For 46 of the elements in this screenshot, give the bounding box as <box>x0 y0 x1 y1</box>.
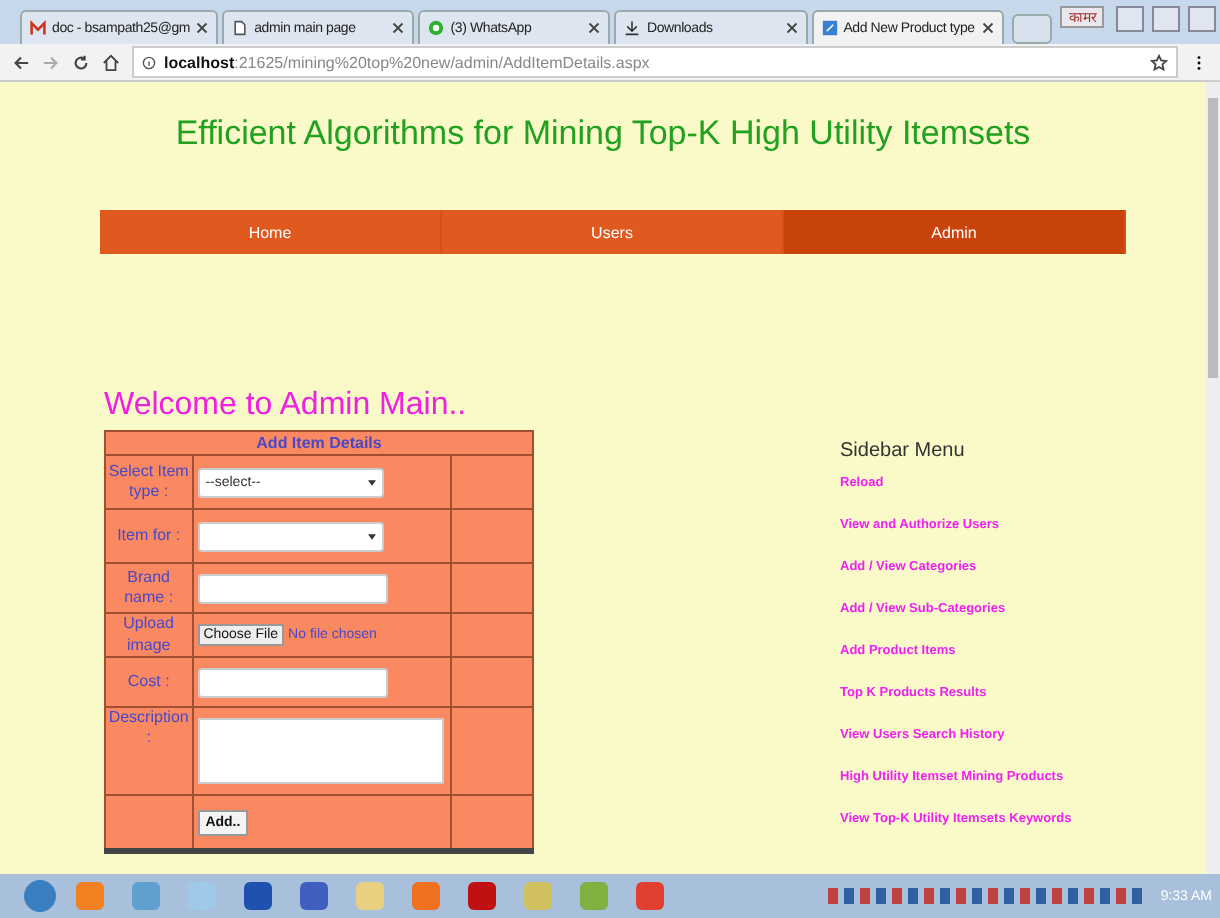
taskbar-app-icon[interactable] <box>468 882 496 910</box>
taskbar-app-icon[interactable] <box>244 882 272 910</box>
caret-icon <box>367 479 376 485</box>
reload-icon[interactable] <box>72 53 90 71</box>
info-icon <box>142 55 156 69</box>
field-label: Select Item type : <box>105 455 193 509</box>
caret-icon <box>367 533 376 539</box>
minimize-button[interactable] <box>1116 6 1145 32</box>
scrollbar[interactable] <box>1206 82 1220 874</box>
download-icon <box>624 20 641 36</box>
input-field[interactable] <box>197 573 388 603</box>
chat-icon <box>428 20 445 36</box>
new-tab-button[interactable] <box>1011 14 1053 44</box>
input-field[interactable] <box>197 667 388 697</box>
nav-tab[interactable]: Admin <box>784 210 1126 254</box>
page-icon <box>232 20 249 36</box>
field-label: Cost : <box>105 657 193 707</box>
back-icon[interactable] <box>12 53 30 71</box>
select-field[interactable] <box>197 521 384 551</box>
welcome-heading: Welcome to Admin Main.. <box>104 388 469 426</box>
start-button[interactable] <box>24 880 56 912</box>
field-label: Brand name : <box>105 563 193 613</box>
site-icon <box>821 20 838 36</box>
close-button[interactable] <box>1188 6 1216 32</box>
close-icon[interactable] <box>196 22 209 34</box>
close-icon[interactable] <box>392 22 405 34</box>
home-icon[interactable] <box>102 53 120 71</box>
close-icon[interactable] <box>785 22 798 34</box>
close-icon[interactable] <box>588 22 601 34</box>
description-field[interactable] <box>197 718 444 784</box>
site-title: Efficient Algorithms for Mining Top-K High Utility Itemsets <box>173 114 1033 156</box>
taskbar-app-icon[interactable] <box>636 882 664 910</box>
field-label: Upload image <box>105 613 193 657</box>
address-bar[interactable]: localhost:21625/mining%20top%20new/admin/AddItemDetails.aspx <box>132 46 1178 78</box>
form-title: Add Item Details <box>105 431 533 455</box>
mail-icon <box>30 20 46 36</box>
close-icon[interactable] <box>981 22 994 34</box>
taskbar-app-icon[interactable] <box>300 882 328 910</box>
star-icon[interactable] <box>1150 53 1168 71</box>
maximize-button[interactable] <box>1152 6 1181 32</box>
url-text: localhost:21625/mining%20top%20new/admin/AddItemDetails.aspx <box>164 53 650 71</box>
forward-icon[interactable] <box>42 53 60 71</box>
nav-tab[interactable]: Home <box>100 210 442 254</box>
sidebar-heading: Sidebar Menu <box>840 440 967 462</box>
field-label: Item for : <box>105 509 193 563</box>
field-label: Description : <box>105 707 193 795</box>
